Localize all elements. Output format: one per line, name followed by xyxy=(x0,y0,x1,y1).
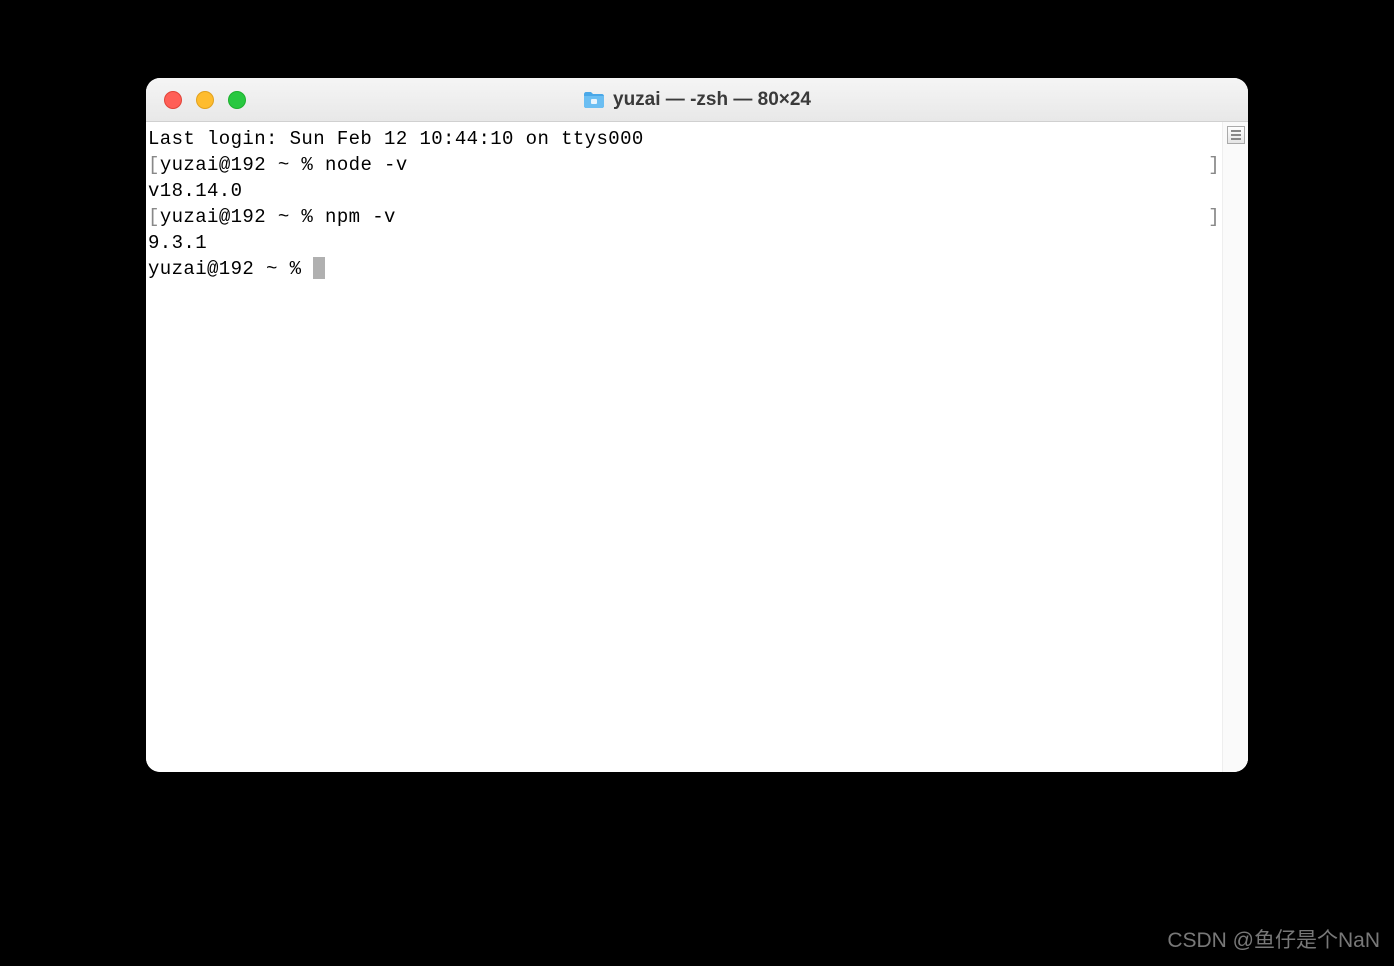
terminal-body: Last login: Sun Feb 12 10:44:10 on ttys0… xyxy=(146,122,1248,772)
watermark: CSDN @鱼仔是个NaN xyxy=(1167,924,1380,954)
terminal-prompt: yuzai@192 ~ % xyxy=(148,258,313,280)
terminal-line: 9.3.1 xyxy=(148,230,1220,256)
scroll-indicator-icon[interactable] xyxy=(1227,126,1245,144)
window-title-group: yuzai — -zsh — 80×24 xyxy=(583,89,811,111)
close-icon[interactable] xyxy=(164,91,182,109)
scrollbar[interactable] xyxy=(1222,122,1248,772)
terminal-line: [yuzai@192 ~ % npm -v ] xyxy=(148,204,1220,230)
terminal-line: Last login: Sun Feb 12 10:44:10 on ttys0… xyxy=(148,126,1220,152)
window-title: yuzai — -zsh — 80×24 xyxy=(613,89,811,111)
terminal-line: [yuzai@192 ~ % node -v ] xyxy=(148,152,1220,178)
terminal-line: v18.14.0 xyxy=(148,178,1220,204)
folder-icon xyxy=(583,91,605,109)
terminal-window: yuzai — -zsh — 80×24 Last login: Sun Feb… xyxy=(146,78,1248,772)
terminal-content[interactable]: Last login: Sun Feb 12 10:44:10 on ttys0… xyxy=(146,122,1222,772)
zoom-icon[interactable] xyxy=(228,91,246,109)
minimize-icon[interactable] xyxy=(196,91,214,109)
titlebar[interactable]: yuzai — -zsh — 80×24 xyxy=(146,78,1248,122)
traffic-lights xyxy=(164,91,246,109)
cursor-icon xyxy=(313,257,325,279)
terminal-prompt-line[interactable]: yuzai@192 ~ % xyxy=(148,256,1220,282)
